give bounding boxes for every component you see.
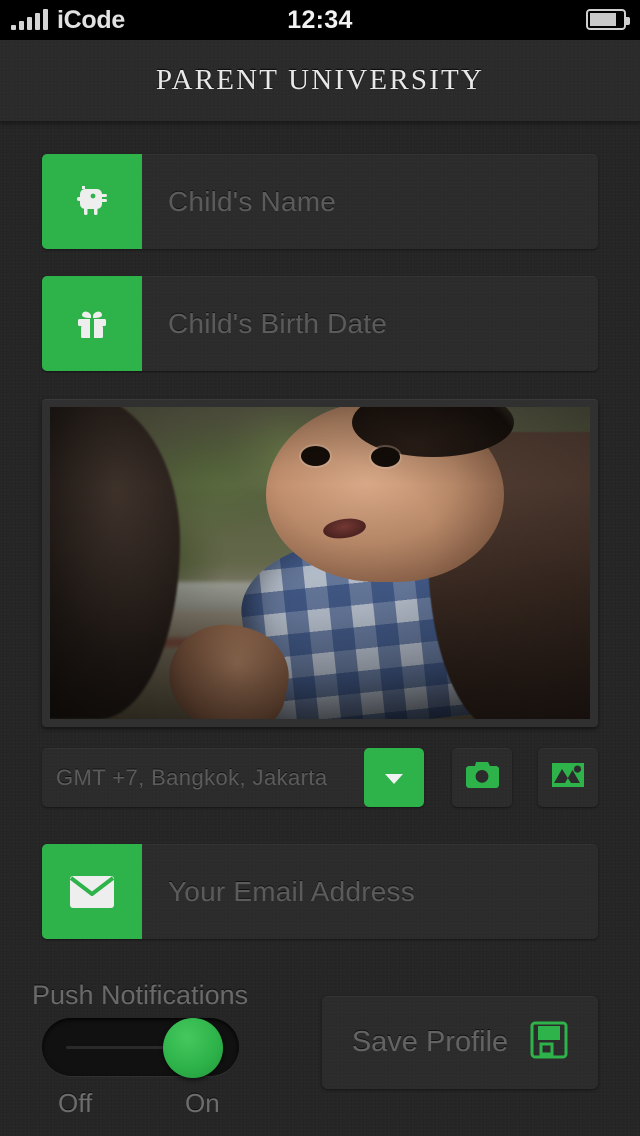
child-photo	[50, 407, 590, 719]
status-bar: iCode 12:34	[0, 0, 640, 40]
child-photo-frame[interactable]	[42, 399, 598, 727]
photo-vignette	[50, 407, 590, 719]
battery-level-fill	[590, 13, 616, 26]
child-name-placeholder: Child's Name	[168, 185, 337, 217]
app-screen: iCode 12:34 PARENT UNIVERSITY Child's Na…	[0, 0, 640, 1136]
page-title: PARENT UNIVERSITY	[155, 64, 485, 96]
gift-icon	[42, 276, 142, 371]
save-profile-button[interactable]: Save Profile	[322, 996, 598, 1089]
image-icon	[551, 761, 585, 794]
toggle-on-label: On	[185, 1088, 220, 1118]
timezone-row: GMT +7, Bangkok, Jakarta	[42, 748, 598, 807]
push-notifications-toggle[interactable]	[42, 1018, 239, 1078]
app-header: PARENT UNIVERSITY	[0, 40, 640, 122]
email-field[interactable]: Your Email Address	[42, 844, 598, 939]
baby-animal-icon	[42, 154, 142, 249]
battery-icon	[586, 9, 630, 30]
timezone-select[interactable]: GMT +7, Bangkok, Jakarta	[42, 748, 424, 807]
toggle-knob[interactable]	[163, 1018, 223, 1078]
email-placeholder: Your Email Address	[168, 875, 415, 907]
timezone-value: GMT +7, Bangkok, Jakarta	[56, 764, 328, 790]
gallery-button[interactable]	[538, 748, 598, 807]
toggle-off-label: Off	[58, 1088, 93, 1118]
envelope-icon	[42, 844, 142, 939]
camera-button[interactable]	[452, 748, 512, 807]
child-birth-date-field[interactable]: Child's Birth Date	[42, 276, 598, 371]
chevron-down-icon[interactable]	[364, 748, 424, 807]
status-bar-clock: 12:34	[287, 6, 353, 34]
floppy-disk-save-icon	[530, 1021, 568, 1064]
status-bar-right	[586, 9, 630, 30]
save-profile-label: Save Profile	[351, 1026, 509, 1058]
push-notifications-label: Push Notifications	[32, 980, 249, 1010]
child-birth-date-placeholder: Child's Birth Date	[168, 307, 388, 339]
child-name-field[interactable]: Child's Name	[42, 154, 598, 249]
camera-icon	[465, 760, 499, 795]
